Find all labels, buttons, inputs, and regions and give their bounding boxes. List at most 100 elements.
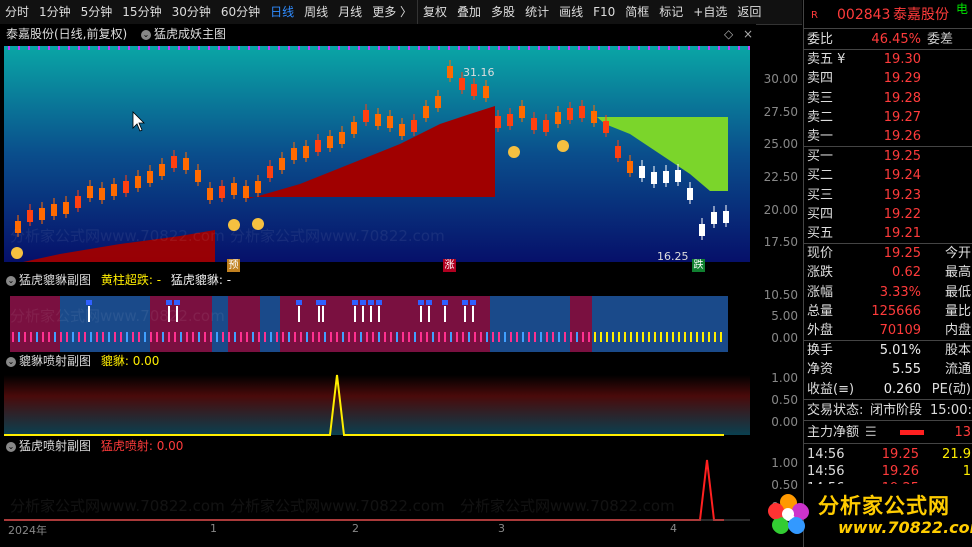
trade-status-row: 交易状态: 闭市阶段 15:00: [807, 403, 972, 418]
sub1-title[interactable]: 猛虎貔貅副图 [19, 273, 91, 287]
stats-label: 涨跌 [807, 265, 834, 281]
toolbar-item-16[interactable]: 简框 [620, 0, 654, 24]
toolbar-item-15[interactable]: F10 [588, 0, 620, 24]
toolbar-item-11[interactable]: 叠加 [452, 0, 486, 24]
toolbar-item-6[interactable]: 日线 [265, 0, 299, 24]
weicha-label: 委差 [926, 32, 953, 47]
main-indicator-name[interactable]: 猛虎成妖主图 [154, 27, 226, 41]
toolbar-item-8[interactable]: 月线 [333, 0, 367, 24]
asks-row[interactable]: 卖一 19.26 [804, 127, 972, 146]
bids-row[interactable]: 买一 19.25 [804, 147, 972, 166]
quote-panel: R 002843 泰嘉股份 电 委比 46.45% 委差 卖五 ¥ 19.30 卖四… [769, 0, 972, 547]
stats-row[interactable]: 涨跌 0.62 最高 [804, 263, 972, 282]
stock-name: 泰嘉股份 [893, 7, 949, 23]
toolbar-item-19[interactable]: 返回 [732, 0, 766, 24]
sub2-y-axis: 1.00 0.50 0.00 [752, 369, 802, 437]
toolbar-item-9[interactable]: 更多 〉 [367, 0, 417, 24]
asks-value: 19.30 [883, 52, 921, 67]
y-tick-label: 0.50 [771, 393, 798, 407]
asks-row[interactable]: 卖二 19.27 [804, 108, 972, 127]
stats2-row[interactable]: 净资 5.55 流通 [804, 360, 972, 379]
toolbar-item-14[interactable]: 画线 [554, 0, 588, 24]
stats-value: 19.25 [883, 246, 921, 261]
stats-row[interactable]: 外盘 70109 内盘 [804, 321, 972, 340]
toolbar-item-17[interactable]: 标记 [654, 0, 688, 24]
sub2-chart[interactable] [0, 369, 756, 437]
toolbar-item-5[interactable]: 60分钟 [216, 0, 265, 24]
stats-row[interactable]: 涨幅 3.33% 最低 [804, 283, 972, 302]
bids-row[interactable]: 买二 19.24 [804, 166, 972, 185]
trade-status: 闭市阶段 [870, 403, 923, 418]
bids-value: 19.22 [883, 206, 921, 222]
stock-chart-title: 泰嘉股份(日线,前复权) [6, 27, 128, 41]
stats2-label: 换手 [807, 343, 834, 358]
y-tick-label: 27.50 [763, 104, 798, 119]
bids-value: 19.23 [883, 187, 921, 203]
list-icon[interactable]: ☰ [865, 423, 877, 442]
stats2-value: 5.01% [879, 343, 921, 358]
sub1-y-axis: 10.50 5.00 0.00 [752, 288, 802, 352]
bids-label: 买五 [807, 226, 834, 242]
toolbar-item-7[interactable]: 周线 [299, 0, 333, 24]
bids-value: 19.24 [883, 168, 921, 184]
main-flow-row[interactable]: 主力净额 ☰ 13 [804, 423, 972, 442]
bids-label: 买一 [807, 149, 834, 164]
stats-label2: 最高 [944, 265, 971, 281]
stats-label2: 今开 [944, 246, 971, 261]
stats2-row[interactable]: 换手 5.01% 股本 [804, 341, 972, 360]
site-logo: 分析家公式网 www.70822.com [769, 484, 972, 544]
toolbar-item-12[interactable]: 多股 [486, 0, 520, 24]
sub3-header: ⌄ 猛虎喷射副图 猛虎喷射: 0.00 [0, 438, 756, 454]
toolbar-item-3[interactable]: 15分钟 [117, 0, 166, 24]
stats-label2: 内盘 [944, 323, 971, 339]
asks-value: 19.29 [883, 71, 921, 87]
collapse-icon[interactable]: ⌄ [6, 441, 16, 452]
sub3-chart[interactable] [0, 454, 756, 522]
bids-row[interactable]: 买三 19.23 [804, 186, 972, 205]
bids-row[interactable]: 买四 19.22 [804, 205, 972, 224]
sub2-legend: 貔貅: 0.00 [100, 354, 160, 368]
y-tick-label: 1.00 [771, 456, 798, 470]
weibi-row: 委比 46.45% 委差 [807, 32, 953, 47]
sub1-chart[interactable] [0, 288, 756, 352]
toolbar-item-2[interactable]: 5分钟 [76, 0, 118, 24]
y-tick-label: 10.50 [763, 288, 798, 302]
asks-row[interactable]: 卖四 19.29 [804, 69, 972, 88]
main-flow-bar [900, 430, 924, 435]
stats2-row[interactable]: 收益(≡) 0.260 PE(动) [804, 380, 972, 399]
high-label: 31.16 [463, 66, 495, 79]
toolbar-item-18[interactable]: +自选 [688, 0, 732, 24]
stats-value: 70109 [879, 323, 921, 339]
collapse-icon[interactable]: ⌄ [6, 275, 16, 286]
toolbar-item-4[interactable]: 30分钟 [167, 0, 216, 24]
sub3-title[interactable]: 猛虎喷射副图 [19, 439, 91, 453]
close-icon[interactable]: × [743, 24, 753, 44]
bids-label: 买三 [807, 187, 834, 203]
logo-url: www.70822.com [838, 518, 972, 537]
r-badge: R [811, 10, 818, 21]
bids-row[interactable]: 买五 19.21 [804, 224, 972, 243]
stats-value: 125666 [871, 303, 921, 319]
asks-value: 19.27 [883, 109, 921, 125]
sub2-title[interactable]: 貔貅喷射副图 [19, 354, 91, 368]
x-tick-label: 2024年 [8, 524, 47, 537]
main-kline-chart[interactable]: 31.16 16.25 [0, 44, 756, 262]
sub1-header: ⌄ 猛虎貔貅副图 黄柱超跌: - 猛虎貔貅: - [0, 272, 756, 288]
stats-row[interactable]: 总量 125666 量比 [804, 302, 972, 321]
collapse-icon[interactable]: ⌄ [141, 29, 152, 40]
diamond-icon[interactable]: ◇ [724, 24, 733, 44]
y-tick-label: 0.00 [771, 330, 798, 345]
toolbar-item-13[interactable]: 统计 [520, 0, 554, 24]
x-tick-label: 2 [352, 522, 359, 535]
stats-row[interactable]: 现价 19.25 今开 [804, 244, 972, 263]
marker-yu: 预 [227, 259, 240, 272]
toolbar-item-0[interactable]: 分时 [0, 0, 34, 24]
asks-row[interactable]: 卖三 19.28 [804, 89, 972, 108]
toolbar-item-10[interactable]: 复权 [417, 0, 452, 24]
stats-label: 现价 [807, 246, 834, 261]
toolbar-item-1[interactable]: 1分钟 [34, 0, 76, 24]
y-tick-label: 5.00 [771, 309, 798, 324]
asks-row[interactable]: 卖五 ¥ 19.30 [804, 50, 972, 69]
logo-text: 分析家公式网 [818, 494, 950, 518]
collapse-icon[interactable]: ⌄ [6, 356, 16, 367]
